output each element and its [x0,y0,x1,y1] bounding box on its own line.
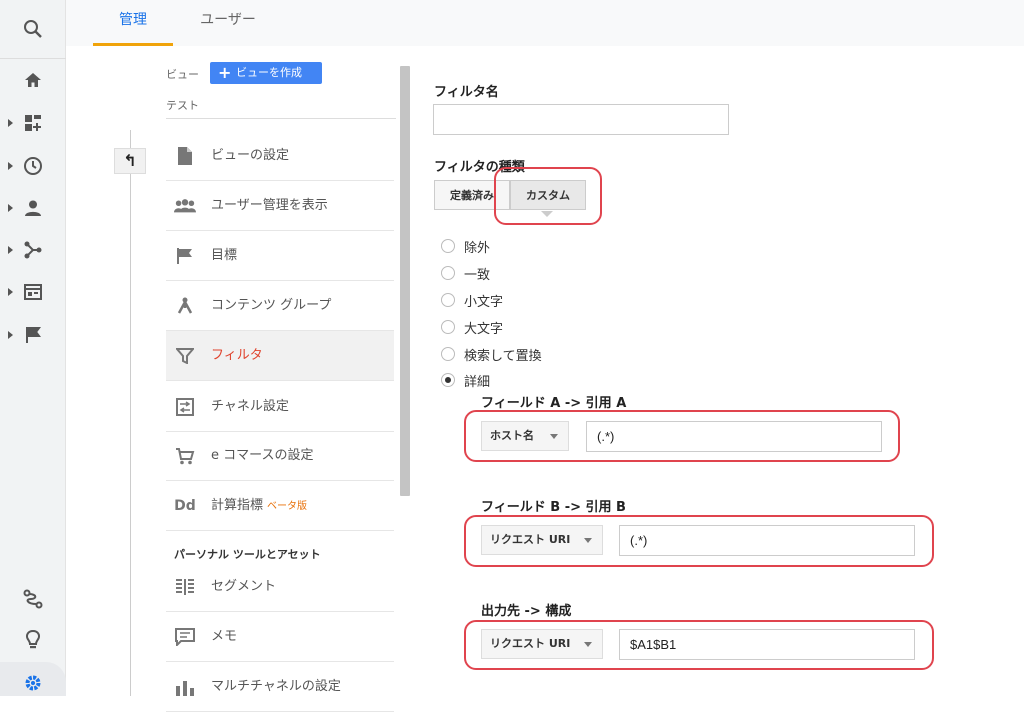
nav-item-view-settings[interactable]: ビューの設定 [166,131,394,181]
nav-item-label: セグメント [211,579,277,594]
nav-item-multichannel-settings[interactable]: マルチチャネルの設定 [166,662,394,712]
nav-item-label: フィルタ [211,348,263,363]
attribution-icon[interactable] [22,588,44,610]
dd-icon: Dd [174,498,196,514]
nav-item-label: マルチチャネルの設定 [211,679,341,694]
search-icon[interactable] [22,18,44,40]
expand-arrow-icon[interactable] [8,246,13,254]
divider [166,118,396,119]
top-tab-bar: 管理 ユーザー [66,0,1024,46]
nav-item-label: メモ [211,629,238,644]
multichannel-icon [174,676,196,698]
column-divider [130,130,131,696]
option-uppercase-label: 大文字 [464,322,504,337]
radio-lowercase[interactable] [441,293,455,307]
option-search-replace-label: 検索して置換 [464,349,542,364]
person-icon[interactable] [22,197,44,219]
highlight-field-b [464,515,934,567]
view-name[interactable]: テスト [166,97,199,113]
nav-item-segments[interactable]: セグメント [166,562,394,612]
nav-item-label: 目標 [211,248,238,263]
section-header: パーソナル ツールとアセット [174,548,321,561]
content-group-icon [174,295,196,317]
clock-icon[interactable] [22,155,44,177]
behavior-icon[interactable] [22,281,44,303]
nav-item-label: コンテンツ グループ [211,298,332,313]
nav-item-calculated-metrics[interactable]: Dd 計算指標 ベータ版 [166,481,394,531]
nav-item-label: ビューの設定 [211,148,290,163]
nav-item-annotations[interactable]: メモ [166,612,394,662]
option-lowercase-label: 小文字 [464,295,504,310]
radio-exclude[interactable] [441,239,455,253]
filter-name-label: フィルタ名 [434,85,499,100]
flag-icon [174,245,196,267]
nav-item-user-management[interactable]: ユーザー管理を表示 [166,181,394,231]
plus-icon: + [218,63,232,82]
document-icon [174,145,196,167]
left-rail [0,0,66,696]
expand-arrow-icon[interactable] [8,204,13,212]
radio-search-replace[interactable] [441,347,455,361]
segment-icon [174,576,196,598]
filter-name-input[interactable] [433,104,729,135]
create-view-button[interactable]: + ビューを作成 [210,62,322,84]
option-advanced-label: 詳細 [464,375,491,390]
option-exclude-label: 除外 [464,241,491,256]
settings-gear-icon[interactable] [22,672,44,694]
home-icon[interactable] [22,69,44,91]
expand-arrow-icon[interactable] [8,162,13,170]
radio-uppercase[interactable] [441,320,455,334]
nav-item-content-grouping[interactable]: コンテンツ グループ [166,281,394,331]
beta-badge: ベータ版 [267,501,308,512]
memo-icon [174,626,196,648]
highlight-custom [494,167,602,225]
nav-item-label: 計算指標 ベータ版 [211,498,308,513]
nav-item-filters[interactable]: フィルタ [166,331,394,381]
back-button[interactable]: ↰ [114,148,146,174]
create-view-label: ビューを作成 [236,66,302,79]
tab-user[interactable]: ユーザー [186,0,270,46]
scrollbar[interactable] [400,66,410,496]
highlight-output [464,620,934,670]
field-a-label: フィールド A -> 引用 A [481,396,627,411]
output-label: 出力先 -> 構成 [481,604,572,619]
radio-advanced[interactable] [441,373,455,387]
radio-match[interactable] [441,266,455,280]
highlight-field-a [464,410,900,462]
expand-arrow-icon[interactable] [8,331,13,339]
users-icon [174,195,196,217]
nav-item-channel-settings[interactable]: チャネル設定 [166,382,394,432]
field-b-label: フィールド B -> 引用 B [481,500,626,515]
nav-item-label: e コマースの設定 [211,448,314,463]
expand-arrow-icon[interactable] [8,119,13,127]
tab-admin[interactable]: 管理 [93,0,173,46]
cart-icon [174,445,196,467]
conversion-flag-icon[interactable] [22,324,44,346]
channel-icon [174,396,196,418]
customization-icon[interactable] [22,112,44,134]
nav-item-ecommerce-settings[interactable]: e コマースの設定 [166,431,394,481]
nav-item-goals[interactable]: 目標 [166,231,394,281]
lightbulb-icon[interactable] [22,629,44,651]
view-label: ビュー [166,68,199,81]
nav-item-label: チャネル設定 [211,399,289,414]
option-match-label: 一致 [464,268,491,283]
filter-icon [174,345,196,367]
expand-arrow-icon[interactable] [8,288,13,296]
rail-divider [0,58,66,59]
view-navigation: ビュー + ビューを作成 テスト ↰ ビューの設定 ユーザー管理を表示 目標 コ… [92,46,412,712]
nav-item-label: ユーザー管理を表示 [211,198,328,213]
acquisition-icon[interactable] [22,239,44,261]
